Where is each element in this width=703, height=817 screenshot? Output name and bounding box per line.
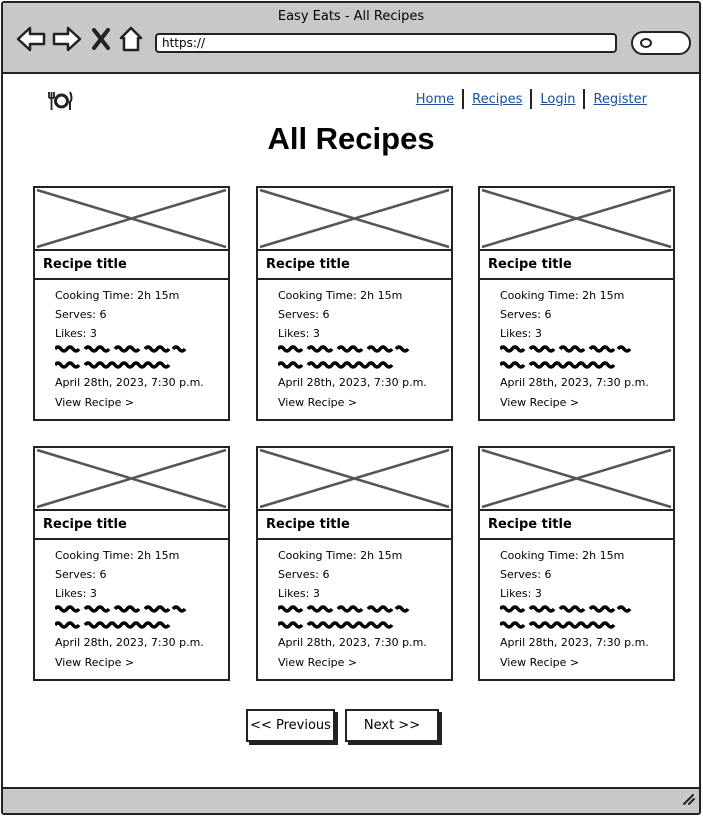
- view-recipe-link[interactable]: View Recipe >: [55, 396, 134, 409]
- recipe-likes: Likes: 3: [500, 327, 542, 340]
- back-arrow-icon[interactable]: [15, 25, 47, 53]
- view-recipe-link[interactable]: View Recipe >: [55, 656, 134, 669]
- recipe-title: Recipe title: [480, 251, 673, 280]
- recipe-meta: Cooking Time: 2h 15m Serves: 6 Likes: 3: [55, 286, 179, 343]
- nav-login-link[interactable]: Login: [532, 92, 583, 107]
- view-recipe-link[interactable]: View Recipe >: [278, 656, 357, 669]
- browser-window: Easy Eats - All Recipes https:// Home Re…: [1, 1, 701, 815]
- image-placeholder-icon: [36, 188, 227, 249]
- recipe-serves: Serves: 6: [278, 308, 330, 321]
- recipe-image-placeholder: [258, 448, 451, 511]
- recipe-title: Recipe title: [480, 511, 673, 540]
- recipe-likes: Likes: 3: [55, 327, 97, 340]
- image-placeholder-icon: [36, 448, 227, 509]
- recipe-cooking-time: Cooking Time: 2h 15m: [278, 289, 403, 302]
- recipe-serves: Serves: 6: [55, 568, 107, 581]
- image-placeholder-icon: [481, 448, 672, 509]
- description-scribble-line: [278, 605, 410, 613]
- recipe-likes: Likes: 3: [278, 587, 320, 600]
- utensils-plate-icon[interactable]: [47, 91, 73, 115]
- site-navigation: Home Recipes Login Register: [408, 89, 655, 109]
- recipe-image-placeholder: [480, 448, 673, 511]
- search-icon: [640, 38, 652, 48]
- recipe-meta: Cooking Time: 2h 15m Serves: 6 Likes: 3: [500, 286, 624, 343]
- description-scribble-line: [278, 621, 394, 629]
- description-scribble-line: [55, 605, 187, 613]
- view-recipe-link[interactable]: View Recipe >: [500, 396, 579, 409]
- recipe-date: April 28th, 2023, 7:30 p.m.: [500, 376, 649, 389]
- recipe-cooking-time: Cooking Time: 2h 15m: [278, 549, 403, 562]
- recipe-likes: Likes: 3: [278, 327, 320, 340]
- url-input[interactable]: https://: [155, 33, 617, 53]
- browser-search-button[interactable]: [631, 31, 691, 55]
- recipe-date: April 28th, 2023, 7:30 p.m.: [55, 376, 204, 389]
- recipe-date: April 28th, 2023, 7:30 p.m.: [500, 636, 649, 649]
- nav-home-link[interactable]: Home: [408, 92, 462, 107]
- recipe-card: Recipe title Cooking Time: 2h 15m Serves…: [256, 446, 453, 681]
- image-placeholder-icon: [481, 188, 672, 249]
- recipe-image-placeholder: [35, 448, 228, 511]
- recipe-card: Recipe title Cooking Time: 2h 15m Serves…: [33, 186, 230, 421]
- recipe-meta: Cooking Time: 2h 15m Serves: 6 Likes: 3: [500, 546, 624, 603]
- recipe-meta: Cooking Time: 2h 15m Serves: 6 Likes: 3: [55, 546, 179, 603]
- recipe-serves: Serves: 6: [500, 568, 552, 581]
- recipe-likes: Likes: 3: [55, 587, 97, 600]
- recipe-card: Recipe title Cooking Time: 2h 15m Serves…: [478, 446, 675, 681]
- recipe-cooking-time: Cooking Time: 2h 15m: [500, 549, 625, 562]
- recipe-title: Recipe title: [258, 251, 451, 280]
- recipe-serves: Serves: 6: [278, 568, 330, 581]
- description-scribble-line: [278, 361, 394, 369]
- recipe-title: Recipe title: [258, 511, 451, 540]
- recipe-image-placeholder: [258, 188, 451, 251]
- recipe-image-placeholder: [480, 188, 673, 251]
- recipe-cooking-time: Cooking Time: 2h 15m: [55, 289, 180, 302]
- description-scribble-line: [55, 621, 171, 629]
- recipe-likes: Likes: 3: [500, 587, 542, 600]
- description-scribble-line: [55, 345, 187, 353]
- recipe-date: April 28th, 2023, 7:30 p.m.: [55, 636, 204, 649]
- recipe-serves: Serves: 6: [500, 308, 552, 321]
- description-scribble-line: [500, 605, 632, 613]
- image-placeholder-icon: [259, 188, 450, 249]
- description-scribble-line: [500, 361, 616, 369]
- recipe-meta: Cooking Time: 2h 15m Serves: 6 Likes: 3: [278, 546, 402, 603]
- browser-titlebar: Easy Eats - All Recipes https://: [3, 3, 699, 74]
- previous-page-button[interactable]: << Previous: [246, 709, 335, 742]
- image-placeholder-icon: [259, 448, 450, 509]
- recipe-card: Recipe title Cooking Time: 2h 15m Serves…: [478, 186, 675, 421]
- recipe-meta: Cooking Time: 2h 15m Serves: 6 Likes: 3: [278, 286, 402, 343]
- recipe-title: Recipe title: [35, 511, 228, 540]
- page-title: All Recipes: [267, 121, 435, 156]
- view-recipe-link[interactable]: View Recipe >: [500, 656, 579, 669]
- recipe-date: April 28th, 2023, 7:30 p.m.: [278, 636, 427, 649]
- browser-statusbar: [3, 787, 699, 813]
- view-recipe-link[interactable]: View Recipe >: [278, 396, 357, 409]
- recipe-serves: Serves: 6: [55, 308, 107, 321]
- nav-register-link[interactable]: Register: [585, 92, 655, 107]
- recipe-date: April 28th, 2023, 7:30 p.m.: [278, 376, 427, 389]
- description-scribble-line: [278, 345, 410, 353]
- recipe-cooking-time: Cooking Time: 2h 15m: [55, 549, 180, 562]
- resize-grip-icon[interactable]: [681, 790, 695, 809]
- stop-x-icon[interactable]: [91, 25, 111, 53]
- recipe-grid: Recipe title Cooking Time: 2h 15m Serves…: [33, 186, 675, 684]
- recipe-image-placeholder: [35, 188, 228, 251]
- recipe-title: Recipe title: [35, 251, 228, 280]
- window-title: Easy Eats - All Recipes: [277, 9, 425, 24]
- description-scribble-line: [55, 361, 171, 369]
- recipe-card: Recipe title Cooking Time: 2h 15m Serves…: [33, 446, 230, 681]
- recipe-card: Recipe title Cooking Time: 2h 15m Serves…: [256, 186, 453, 421]
- nav-recipes-link[interactable]: Recipes: [464, 92, 530, 107]
- next-page-button[interactable]: Next >>: [345, 709, 439, 742]
- forward-arrow-icon[interactable]: [51, 25, 83, 53]
- description-scribble-line: [500, 345, 632, 353]
- description-scribble-line: [500, 621, 616, 629]
- recipe-cooking-time: Cooking Time: 2h 15m: [500, 289, 625, 302]
- home-icon[interactable]: [117, 25, 145, 53]
